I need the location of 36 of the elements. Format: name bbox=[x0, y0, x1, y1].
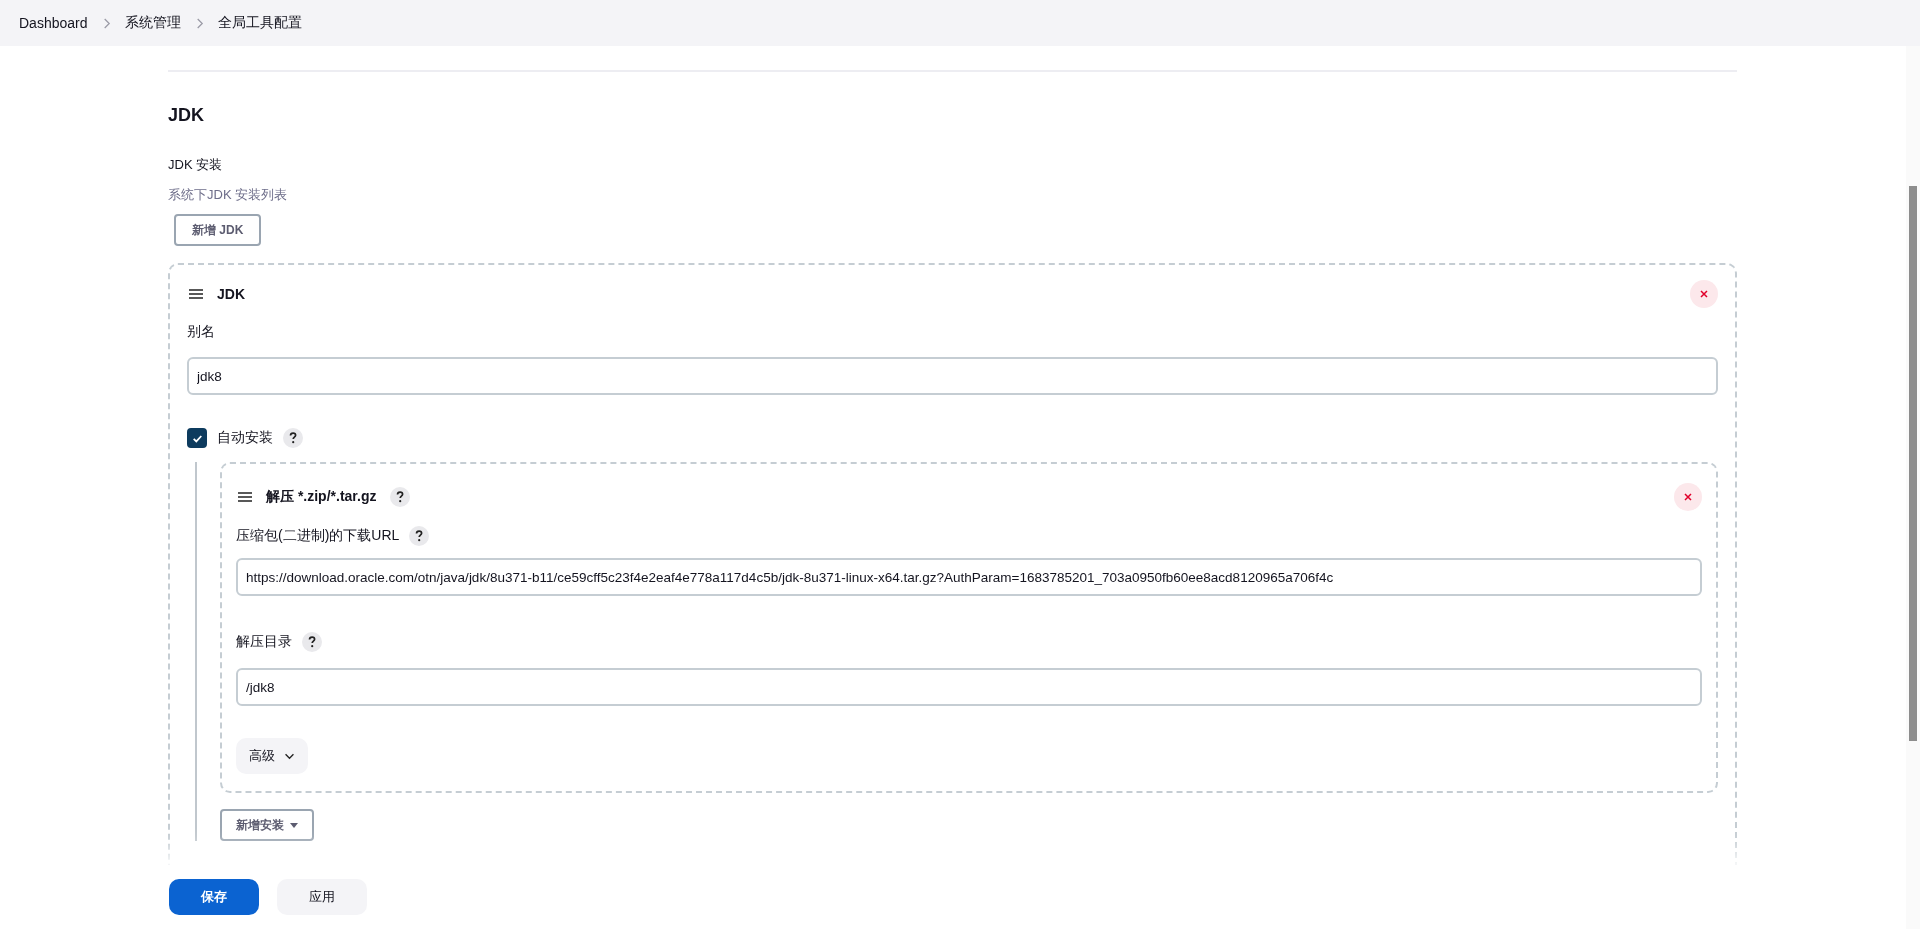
directory-input[interactable]: /jdk8 bbox=[236, 668, 1702, 706]
drag-handle-icon[interactable] bbox=[189, 289, 203, 299]
field-label: 别名 bbox=[187, 323, 216, 341]
close-icon bbox=[1683, 492, 1693, 502]
field-label: 压缩包(二进制)的下载URL bbox=[236, 527, 400, 545]
chevron-down-icon bbox=[284, 752, 295, 760]
alias-input[interactable]: jdk8 bbox=[187, 357, 1718, 395]
checkbox-label: 自动安装 bbox=[217, 429, 273, 447]
drag-handle-icon[interactable] bbox=[238, 492, 252, 502]
scrollbar[interactable] bbox=[1906, 46, 1920, 929]
help-icon[interactable] bbox=[302, 632, 322, 652]
close-icon bbox=[1699, 289, 1709, 299]
checkbox[interactable] bbox=[187, 428, 207, 448]
chevron-right-icon bbox=[101, 16, 111, 30]
help-icon[interactable] bbox=[409, 526, 430, 546]
add-jdk-button[interactable]: 新增 JDK bbox=[174, 214, 262, 246]
action-button[interactable]: 应用 bbox=[277, 879, 367, 915]
url-input[interactable]: https://download.oracle.com/otn/java/jdk/8u371-b11/ce59cff5c23f4e2eaf4e778a117d4c5b/jdk-8u371-linux-x64.tar.gz?AuthParam=1683785201_703a0950fb60ee8acd8120965a706f4c bbox=[236, 558, 1702, 596]
card-title: 解压 *.zip/*.tar.gz bbox=[266, 488, 377, 506]
field-description: 系统下JDK 安装列表 bbox=[168, 186, 289, 204]
add-installer-button[interactable]: 新增安装 bbox=[220, 809, 314, 841]
advanced-button[interactable]: 高级 bbox=[236, 738, 308, 774]
caret-down-icon bbox=[290, 822, 298, 828]
chevron-right-icon bbox=[194, 16, 204, 30]
breadcrumb-link[interactable]: 系统管理 bbox=[124, 14, 181, 32]
field-label: 解压目录 bbox=[236, 633, 292, 651]
action-button[interactable]: 保存 bbox=[169, 879, 259, 915]
close-button[interactable] bbox=[1674, 483, 1702, 511]
breadcrumb-link[interactable]: 全局工具配置 bbox=[217, 14, 302, 32]
help-icon[interactable] bbox=[283, 428, 303, 448]
breadcrumb-link[interactable]: Dashboard bbox=[19, 15, 88, 31]
close-button[interactable] bbox=[1690, 280, 1718, 308]
field-label: JDK 安装 bbox=[168, 156, 224, 174]
section-title: JDK bbox=[168, 105, 205, 126]
card-title: JDK bbox=[217, 286, 245, 302]
help-icon[interactable] bbox=[390, 487, 411, 507]
